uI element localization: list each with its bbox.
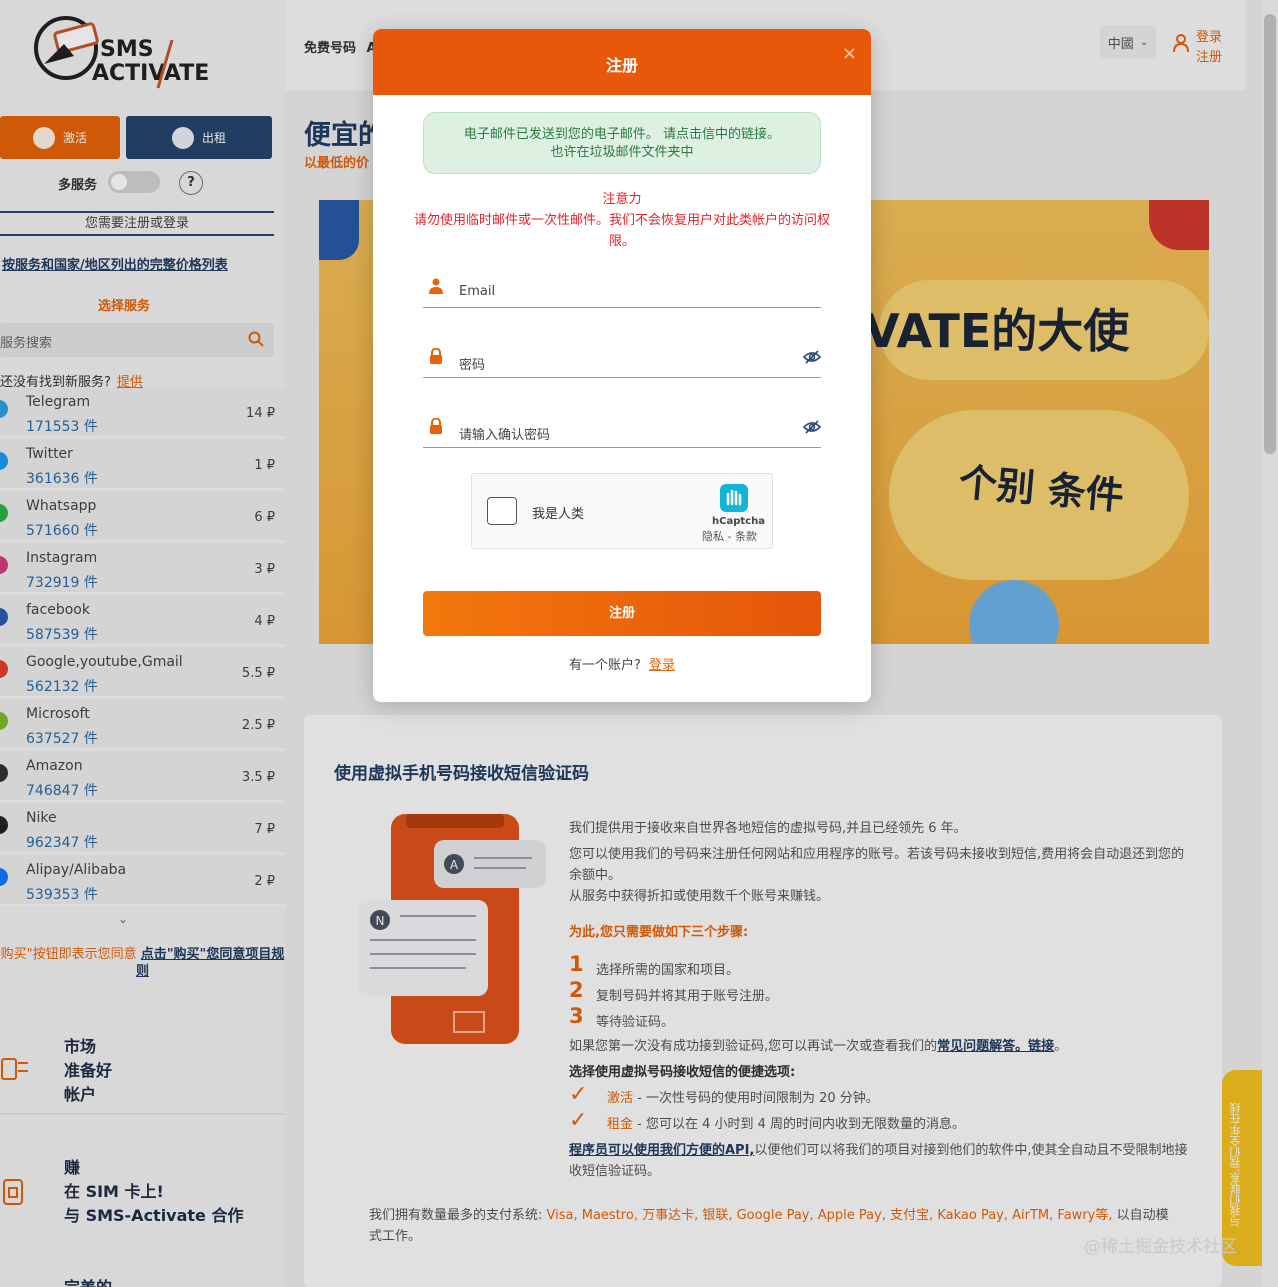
lock-icon <box>430 348 442 364</box>
eye-slash-icon[interactable] <box>803 420 821 434</box>
have-account-text: 有一个账户? 登录 <box>373 654 871 673</box>
eye-slash-icon[interactable] <box>803 350 821 364</box>
captcha-checkbox[interactable] <box>487 497 517 525</box>
hcaptcha-logo-icon <box>720 484 748 512</box>
password-placeholder: 密码 <box>459 358 486 373</box>
email-field[interactable]: Email <box>423 270 821 308</box>
email-sent-notice: 电子邮件已发送到您的电子邮件。 请点击信中的链接。 也许在垃圾邮件文件夹中 <box>423 112 821 174</box>
lock-icon <box>430 418 442 434</box>
close-icon[interactable]: × <box>842 43 857 64</box>
have-account-label: 有一个账户? <box>569 658 641 673</box>
warning-title: 注意力 <box>602 192 642 207</box>
notice-line-2: 也许在垃圾邮件文件夹中 <box>550 145 694 160</box>
captcha-privacy-terms[interactable]: 隐私 - 条款 <box>702 528 757 544</box>
user-icon <box>429 278 443 294</box>
confirm-password-field[interactable]: 请输入确认密码 <box>423 410 821 448</box>
email-placeholder: Email <box>459 284 496 299</box>
confirm-password-placeholder: 请输入确认密码 <box>459 428 551 443</box>
register-submit-button[interactable]: 注册 <box>423 591 821 636</box>
captcha-brand: hCaptcha <box>712 516 765 527</box>
hcaptcha-widget: 我是人类 hCaptcha 隐私 - 条款 <box>471 473 773 549</box>
register-modal: 注册 × 电子邮件已发送到您的电子邮件。 请点击信中的链接。 也许在垃圾邮件文件… <box>373 29 871 702</box>
warning-body: 请勿使用临时邮件或一次性邮件。我们不会恢复用户对此类帐户的访问权限。 <box>413 213 830 249</box>
captcha-label: 我是人类 <box>532 507 585 522</box>
modal-title: 注册 <box>605 56 638 75</box>
password-field[interactable]: 密码 <box>423 340 821 378</box>
modal-login-link[interactable]: 登录 <box>649 658 675 673</box>
notice-line-1: 电子邮件已发送到您的电子邮件。 请点击信中的链接。 <box>463 127 781 142</box>
temp-mail-warning: 注意力 请勿使用临时邮件或一次性邮件。我们不会恢复用户对此类帐户的访问权限。 <box>413 189 831 252</box>
